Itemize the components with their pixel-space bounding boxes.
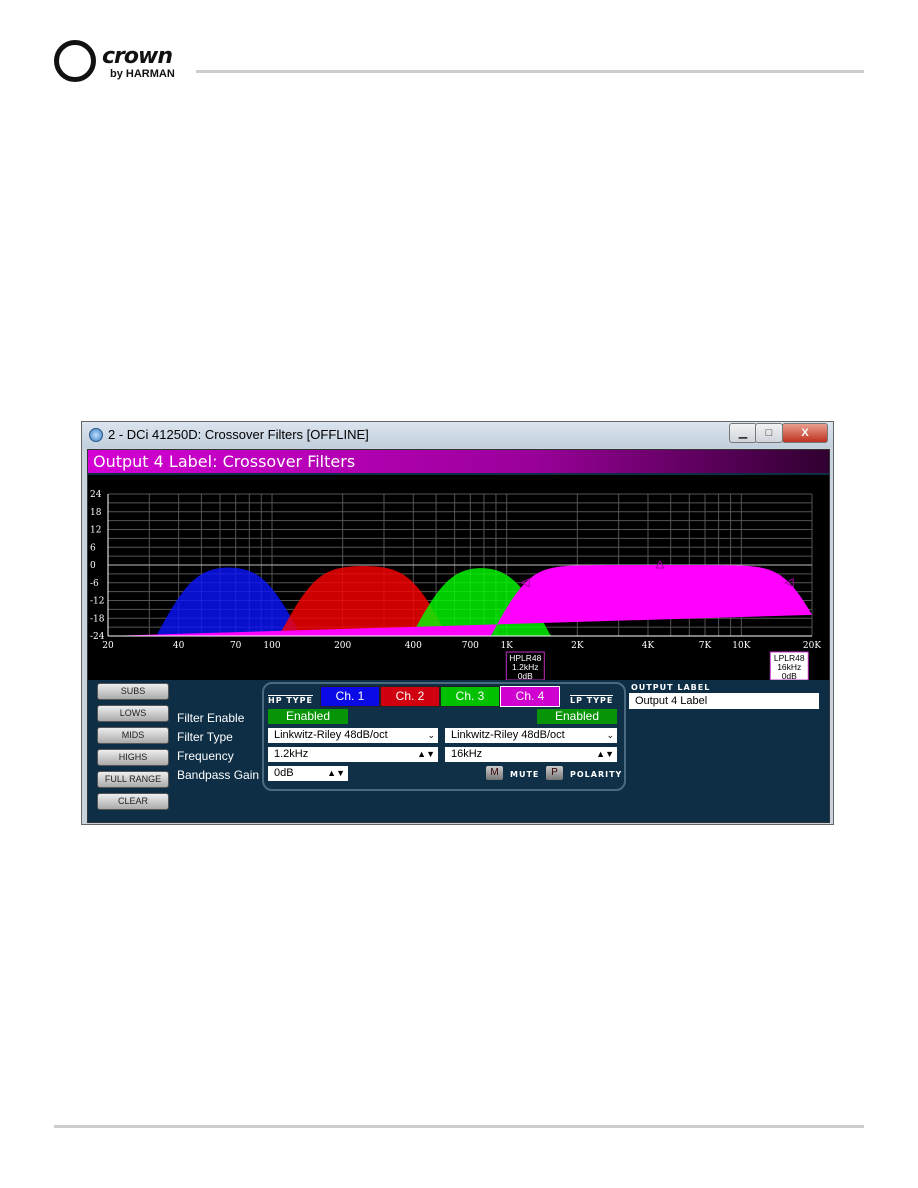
preset-button-mids[interactable]: MIDS	[97, 727, 169, 744]
close-button[interactable]: X	[782, 423, 828, 443]
preset-button-clear[interactable]: CLEAR	[97, 793, 169, 810]
x-tick-label: 100	[263, 641, 280, 651]
frequency-response-graph[interactable]: 24 18 12 6 0 -6 -12 -18 -24 20 40 70 100 200 400 700 1K 2…	[88, 475, 829, 681]
y-tick-label: -6	[90, 579, 99, 589]
crossover-window: 2 - DCi 41250D: Crossover Filters [OFFLI…	[81, 421, 834, 825]
hp-enable-toggle[interactable]: Enabled	[268, 709, 348, 724]
brand-sub: by HARMAN	[110, 68, 175, 80]
x-tick-label: 1K	[500, 641, 513, 651]
tab-ch2[interactable]: Ch. 2	[380, 686, 440, 707]
lp-frequency-input[interactable]: 16kHz ▲▼	[445, 747, 617, 762]
preset-button-lows[interactable]: LOWS	[97, 705, 169, 722]
window-title: 2 - DCi 41250D: Crossover Filters [OFFLI…	[108, 427, 369, 442]
y-tick-label: -18	[90, 614, 105, 624]
tab-ch4[interactable]: Ch. 4	[500, 686, 560, 707]
x-tick-label: 40	[173, 641, 185, 651]
x-tick-label: 400	[405, 641, 422, 651]
minimize-button[interactable]: ▁	[729, 423, 757, 443]
brand-logo: crown	[102, 44, 173, 69]
lp-freq-value: 16kHz	[451, 748, 483, 760]
filter-marker-text: 0dB	[782, 671, 797, 680]
content-area: Output 4 Label: Crossover Filters 24 18 12…	[87, 449, 830, 823]
spinner-icon[interactable]: ▲▼	[327, 768, 345, 778]
chart-svg: 24181260-6-12-18-2420 40 70 100 200 400 700 1K 2…	[90, 490, 821, 681]
x-tick-label: 20K	[803, 641, 821, 651]
y-tick-label: 24	[90, 490, 102, 500]
spinner-icon[interactable]: ▲▼	[417, 749, 435, 759]
header-rule	[196, 70, 864, 73]
tab-ch3[interactable]: Ch. 3	[440, 686, 500, 707]
x-tick-label: 70	[230, 641, 242, 651]
polarity-button[interactable]: P	[546, 766, 563, 780]
chevron-down-icon: ⌄	[427, 730, 435, 740]
y-tick-label: -12	[90, 597, 105, 607]
maximize-button[interactable]: □	[755, 423, 783, 443]
x-tick-label: 4K	[642, 641, 655, 651]
tab-ch1[interactable]: Ch. 1	[320, 686, 380, 707]
crown-logo-icon	[54, 40, 96, 82]
y-tick-label: 12	[90, 526, 101, 536]
y-tick-label: 0	[90, 561, 96, 571]
output-label-title: OUTPUT LABEL	[631, 683, 711, 692]
hp-freq-value: 1.2kHz	[274, 748, 309, 760]
lp-type-label: LP TYPE	[570, 695, 614, 705]
x-tick-label: 20	[102, 641, 114, 651]
filter-panel: HP TYPE LP TYPE Ch. 1 Ch. 2 Ch. 3 Ch. 4 …	[262, 682, 626, 791]
mute-label: MUTE	[510, 770, 540, 779]
hp-frequency-input[interactable]: 1.2kHz ▲▼	[268, 747, 438, 762]
filter-type-label: Filter Type	[177, 730, 233, 744]
mute-button[interactable]: M	[486, 766, 503, 780]
frequency-label: Frequency	[177, 749, 234, 763]
y-tick-label: 6	[90, 543, 96, 553]
preset-button-highs[interactable]: HIGHS	[97, 749, 169, 766]
hp-type-label: HP TYPE	[268, 695, 313, 705]
lp-filter-type-select[interactable]: Linkwitz-Riley 48dB/oct ⌄	[445, 728, 617, 743]
gain-value: 0dB	[274, 767, 294, 779]
x-tick-label: 200	[334, 641, 351, 651]
preset-button-subs[interactable]: SUBS	[97, 683, 169, 700]
hp-type-value: Linkwitz-Riley 48dB/oct	[274, 729, 388, 741]
chevron-down-icon: ⌄	[606, 730, 614, 740]
x-tick-label: 10K	[732, 641, 750, 651]
lp-enable-toggle[interactable]: Enabled	[537, 709, 617, 724]
x-tick-label: 2K	[571, 641, 584, 651]
polarity-label: POLARITY	[570, 770, 623, 779]
footer-rule	[54, 1125, 864, 1128]
hp-filter-type-select[interactable]: Linkwitz-Riley 48dB/oct ⌄	[268, 728, 438, 743]
x-tick-label: 700	[462, 641, 479, 651]
bandpass-gain-input[interactable]: 0dB ▲▼	[268, 766, 348, 781]
spinner-icon[interactable]: ▲▼	[596, 749, 614, 759]
app-icon	[89, 428, 103, 442]
title-bar[interactable]: 2 - DCi 41250D: Crossover Filters [OFFLI…	[82, 422, 833, 448]
output-label-input[interactable]: Output 4 Label	[629, 693, 819, 709]
filter-marker-text: 0dB	[518, 671, 533, 680]
bandpass-gain-label: Bandpass Gain	[177, 768, 260, 782]
lp-type-value: Linkwitz-Riley 48dB/oct	[451, 729, 565, 741]
y-tick-label: 18	[90, 508, 102, 518]
preset-button-full-range[interactable]: FULL RANGE	[97, 771, 169, 788]
x-tick-label: 7K	[699, 641, 712, 651]
page-title: Output 4 Label: Crossover Filters	[88, 450, 829, 473]
filter-enable-label: Filter Enable	[177, 711, 245, 725]
